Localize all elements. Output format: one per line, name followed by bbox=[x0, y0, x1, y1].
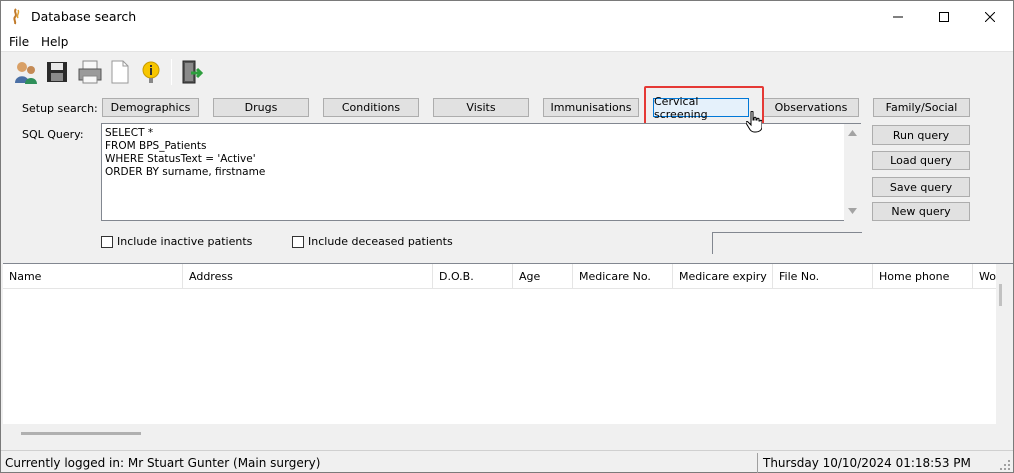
status-field bbox=[712, 232, 862, 254]
sql-query-text: SELECT * FROM BPS_Patients WHERE StatusT… bbox=[105, 127, 266, 178]
grid-vertical-thumb[interactable] bbox=[999, 284, 1002, 306]
sql-query-label: SQL Query: bbox=[22, 128, 84, 141]
setup-search-label: Setup search: bbox=[22, 102, 98, 115]
toolbar-separator bbox=[171, 59, 172, 85]
window-title: Database search bbox=[31, 9, 137, 24]
run-query-button[interactable]: Run query bbox=[872, 125, 970, 145]
grid-header: Name Address D.O.B. Age Medicare No. Med… bbox=[3, 264, 996, 289]
observations-button[interactable]: Observations bbox=[763, 98, 859, 117]
mouse-pointer-icon bbox=[746, 111, 762, 133]
visits-button[interactable]: Visits bbox=[433, 98, 529, 117]
patients-icon[interactable] bbox=[13, 59, 39, 85]
title-bar: Database search bbox=[1, 1, 1013, 32]
maximize-button[interactable] bbox=[921, 1, 967, 32]
include-inactive-checkbox[interactable]: Include inactive patients bbox=[101, 235, 252, 248]
menu-help[interactable]: Help bbox=[41, 35, 68, 49]
scroll-down-icon[interactable] bbox=[848, 208, 857, 214]
maximize-icon bbox=[939, 11, 949, 22]
load-query-button[interactable]: Load query bbox=[872, 151, 970, 170]
results-grid[interactable]: Name Address D.O.B. Age Medicare No. Med… bbox=[3, 263, 1013, 440]
exit-icon[interactable] bbox=[179, 59, 205, 85]
info-icon[interactable] bbox=[138, 59, 164, 85]
column-header-medicare-no[interactable]: Medicare No. bbox=[573, 264, 673, 288]
grid-horizontal-thumb[interactable] bbox=[21, 432, 141, 435]
menu-file[interactable]: File bbox=[9, 35, 29, 49]
logged-in-status: Currently logged in: Mr Stuart Gunter (M… bbox=[5, 456, 321, 470]
new-document-icon[interactable] bbox=[107, 59, 133, 85]
column-header-name[interactable]: Name bbox=[3, 264, 183, 288]
checkbox-box[interactable] bbox=[292, 235, 304, 248]
resize-grip-icon[interactable] bbox=[999, 459, 1011, 471]
include-deceased-checkbox[interactable]: Include deceased patients bbox=[292, 235, 453, 248]
close-button[interactable] bbox=[967, 1, 1013, 32]
checkbox-box[interactable] bbox=[101, 235, 113, 248]
conditions-button[interactable]: Conditions bbox=[323, 98, 419, 117]
status-bar: Currently logged in: Mr Stuart Gunter (M… bbox=[1, 450, 1013, 473]
save-query-button[interactable]: Save query bbox=[872, 177, 970, 197]
menu-bar: File Help bbox=[1, 32, 1013, 52]
family-social-button[interactable]: Family/Social bbox=[873, 98, 970, 117]
column-header-file-no[interactable]: File No. bbox=[773, 264, 873, 288]
column-header-work[interactable]: Wo bbox=[973, 264, 996, 288]
grid-vertical-scrollbar[interactable] bbox=[996, 264, 1013, 424]
close-icon bbox=[985, 11, 995, 22]
sql-query-textarea[interactable]: SELECT * FROM BPS_Patients WHERE StatusT… bbox=[101, 123, 861, 221]
datetime-status: Thursday 10/10/2024 01:18:53 PM bbox=[763, 456, 971, 470]
toolbar bbox=[1, 53, 1013, 89]
database-search-window: Database search File Help Setup search: … bbox=[0, 0, 1014, 473]
minimize-icon bbox=[893, 16, 903, 17]
column-header-medicare-expiry[interactable]: Medicare expiry bbox=[673, 264, 773, 288]
app-icon bbox=[13, 8, 20, 25]
grid-horizontal-scrollbar[interactable] bbox=[3, 424, 1013, 440]
scroll-up-icon[interactable] bbox=[848, 130, 857, 136]
column-header-home-phone[interactable]: Home phone bbox=[873, 264, 973, 288]
minimize-button[interactable] bbox=[875, 1, 921, 32]
drugs-button[interactable]: Drugs bbox=[213, 98, 309, 117]
save-icon[interactable] bbox=[44, 59, 70, 85]
column-header-dob[interactable]: D.O.B. bbox=[433, 264, 513, 288]
sql-scrollbar[interactable] bbox=[844, 124, 861, 221]
column-header-address[interactable]: Address bbox=[183, 264, 433, 288]
include-deceased-label: Include deceased patients bbox=[308, 235, 453, 248]
new-query-button[interactable]: New query bbox=[872, 202, 970, 221]
immunisations-button[interactable]: Immunisations bbox=[543, 98, 639, 117]
print-icon[interactable] bbox=[77, 59, 103, 85]
include-inactive-label: Include inactive patients bbox=[117, 235, 253, 248]
status-separator bbox=[757, 453, 758, 473]
column-header-age[interactable]: Age bbox=[513, 264, 573, 288]
demographics-button[interactable]: Demographics bbox=[102, 98, 199, 117]
